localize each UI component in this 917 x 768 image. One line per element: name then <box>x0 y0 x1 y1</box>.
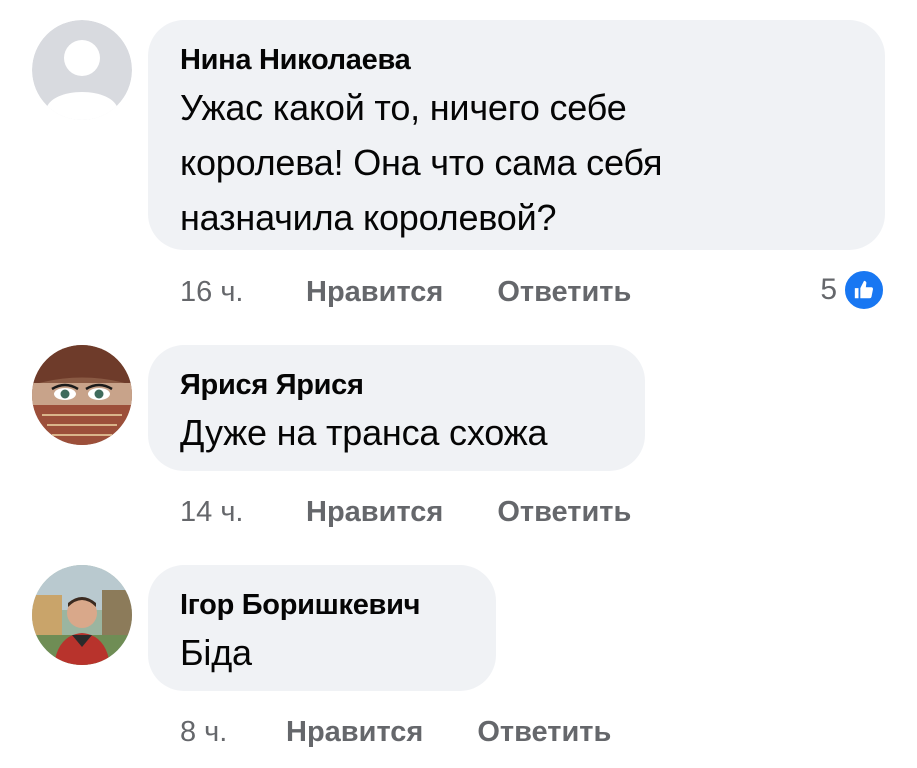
like-button[interactable]: Нравится <box>286 716 423 749</box>
default-profile-icon <box>32 20 132 120</box>
comment-actions: 14 ч. Нравится Ответить <box>180 492 631 532</box>
comment-text: Ужас какой то, ничего себе королева! Она… <box>180 87 663 238</box>
comment-author[interactable]: Ігор Боришкевич <box>180 587 464 623</box>
comment-author[interactable]: Нина Николаева <box>180 42 853 78</box>
comment-text: Біда <box>180 632 252 673</box>
comment-actions: 16 ч. Нравится Ответить <box>180 272 631 312</box>
comment-author[interactable]: Ярися Ярися <box>180 367 613 403</box>
reaction-count: 5 <box>820 273 837 306</box>
reply-button[interactable]: Ответить <box>497 496 631 529</box>
comment-timestamp[interactable]: 14 ч. <box>180 496 306 529</box>
reaction-summary[interactable]: 5 <box>820 269 885 311</box>
comment-bubble: Ярися Ярися Дуже на транса схожа <box>148 345 645 471</box>
like-button[interactable]: Нравится <box>306 276 443 309</box>
comment-timestamp[interactable]: 16 ч. <box>180 276 306 309</box>
like-button[interactable]: Нравится <box>306 496 443 529</box>
reply-button[interactable]: Ответить <box>477 716 611 749</box>
reply-button[interactable]: Ответить <box>497 276 631 309</box>
thumbs-up-icon <box>843 269 885 311</box>
comment-text: Дуже на транса схожа <box>180 412 548 453</box>
comment-timestamp[interactable]: 8 ч. <box>180 716 286 749</box>
comment-bubble: Нина Николаева Ужас какой то, ничего себ… <box>148 20 885 250</box>
user-photo-icon <box>32 565 132 665</box>
user-photo-icon <box>32 345 132 445</box>
comment-actions: 8 ч. Нравится Ответить <box>180 712 611 752</box>
avatar[interactable] <box>32 20 132 120</box>
avatar[interactable] <box>32 565 132 665</box>
comment-bubble: Ігор Боришкевич Біда <box>148 565 496 691</box>
avatar[interactable] <box>32 345 132 445</box>
